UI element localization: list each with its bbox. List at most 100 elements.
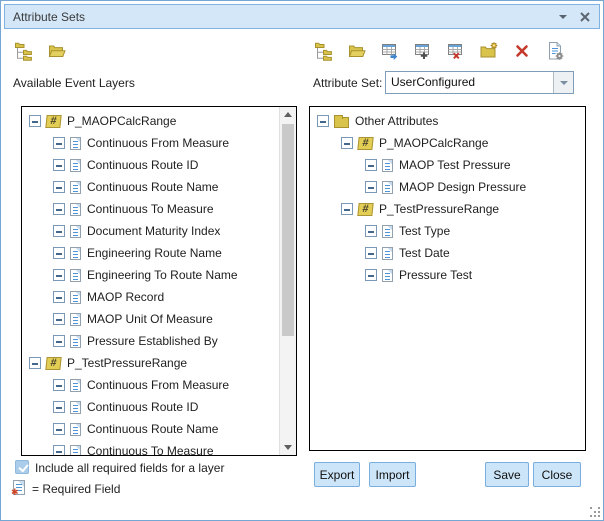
tree-item[interactable]: P_TestPressureRange	[22, 352, 279, 374]
remove-table-button[interactable]	[445, 40, 467, 62]
tree-item[interactable]: Continuous Route Name	[22, 418, 279, 440]
tree-item-label: MAOP Design Pressure	[399, 180, 526, 194]
export-table-button[interactable]	[379, 40, 401, 62]
include-required-checkbox[interactable]	[15, 460, 29, 474]
attribute-sets-dialog: Attribute Sets	[0, 0, 604, 521]
export-table-icon	[380, 41, 400, 61]
attribute-set-tree-button[interactable]	[313, 40, 335, 62]
import-button[interactable]: Import	[369, 462, 416, 487]
tree-item[interactable]: Engineering To Route Name	[22, 264, 279, 286]
field-icon	[70, 335, 81, 348]
tree-item[interactable]: Engineering Route Name	[22, 242, 279, 264]
collapse-toggle-icon[interactable]	[53, 247, 65, 259]
tree-item[interactable]: Pressure Test	[310, 264, 585, 286]
open-attribute-set-folder-icon	[347, 41, 367, 61]
collapse-toggle-icon[interactable]	[317, 115, 329, 127]
scroll-down-icon[interactable]	[280, 439, 296, 455]
report-settings-button[interactable]	[544, 40, 566, 62]
scroll-up-icon[interactable]	[280, 107, 296, 123]
tree-item-label: Continuous Route ID	[87, 158, 198, 172]
collapse-panel-icon[interactable]	[557, 11, 569, 23]
collapse-toggle-icon[interactable]	[365, 159, 377, 171]
tree-item[interactable]: MAOP Unit Of Measure	[22, 308, 279, 330]
available-layers-tree: P_MAOPCalcRange Continuous From Measure …	[21, 106, 297, 456]
collapse-toggle-icon[interactable]	[53, 203, 65, 215]
collapse-toggle-icon[interactable]	[29, 115, 41, 127]
collapse-toggle-icon[interactable]	[53, 379, 65, 391]
tree-item-label: MAOP Record	[87, 290, 164, 304]
close-button[interactable]: Close	[533, 462, 581, 487]
new-attribute-set-folder-icon	[479, 41, 499, 61]
tree-item-label: P_MAOPCalcRange	[67, 114, 176, 128]
save-button[interactable]: Save	[485, 462, 529, 487]
tree-item[interactable]: Continuous Route ID	[22, 154, 279, 176]
collapse-toggle-icon[interactable]	[53, 335, 65, 347]
collapse-toggle-icon[interactable]	[365, 269, 377, 281]
tree-item[interactable]: Pressure Established By	[22, 330, 279, 352]
field-icon	[382, 225, 393, 238]
open-attribute-set-button[interactable]	[346, 40, 368, 62]
collapse-toggle-icon[interactable]	[341, 137, 353, 149]
tree-item-label: Continuous From Measure	[87, 136, 229, 150]
tree-item[interactable]: P_MAOPCalcRange	[22, 110, 279, 132]
resize-grip[interactable]	[590, 507, 600, 517]
collapse-toggle-icon[interactable]	[365, 181, 377, 193]
open-folder-button[interactable]	[46, 40, 68, 62]
collapse-toggle-icon[interactable]	[53, 445, 65, 455]
export-button[interactable]: Export	[314, 462, 360, 487]
toolbar-left	[13, 40, 68, 62]
collapse-toggle-icon[interactable]	[53, 423, 65, 435]
field-icon	[382, 159, 393, 172]
scrollbar-thumb[interactable]	[282, 124, 294, 336]
tree-item-label: P_TestPressureRange	[379, 202, 499, 216]
tree-item[interactable]: Other Attributes	[310, 110, 585, 132]
tree-item[interactable]: MAOP Test Pressure	[310, 154, 585, 176]
tree-item[interactable]: Continuous From Measure	[22, 374, 279, 396]
collapse-toggle-icon[interactable]	[53, 181, 65, 193]
tree-item[interactable]: P_TestPressureRange	[310, 198, 585, 220]
collapse-toggle-icon[interactable]	[341, 203, 353, 215]
collapse-toggle-icon[interactable]	[53, 159, 65, 171]
collapse-toggle-icon[interactable]	[53, 225, 65, 237]
collapse-toggle-icon[interactable]	[53, 401, 65, 413]
tree-item[interactable]: Continuous To Measure	[22, 198, 279, 220]
event-layer-icon	[357, 137, 373, 150]
tree-item[interactable]: MAOP Design Pressure	[310, 176, 585, 198]
tree-item-label: P_MAOPCalcRange	[379, 136, 488, 150]
add-table-button[interactable]	[412, 40, 434, 62]
collapse-toggle-icon[interactable]	[365, 225, 377, 237]
tree-item[interactable]: Document Maturity Index	[22, 220, 279, 242]
tree-item[interactable]: Continuous Route ID	[22, 396, 279, 418]
collapse-toggle-icon[interactable]	[29, 357, 41, 369]
tree-item[interactable]: Continuous From Measure	[22, 132, 279, 154]
collapse-toggle-icon[interactable]	[53, 269, 65, 281]
include-required-label: Include all required fields for a layer	[35, 461, 224, 475]
attribute-set-tree: Other Attributes P_MAOPCalcRange MAOP Te…	[309, 106, 586, 451]
delete-button[interactable]	[511, 40, 533, 62]
tree-item[interactable]: Continuous Route Name	[22, 176, 279, 198]
collapse-toggle-icon[interactable]	[53, 137, 65, 149]
tree-item[interactable]: MAOP Record	[22, 286, 279, 308]
event-layer-icon	[45, 357, 61, 370]
new-attribute-set-button[interactable]	[478, 40, 500, 62]
tree-item[interactable]: Test Date	[310, 242, 585, 264]
tree-item[interactable]: P_MAOPCalcRange	[310, 132, 585, 154]
tree-item-label: Document Maturity Index	[87, 224, 220, 238]
chevron-down-icon[interactable]	[553, 72, 573, 93]
tree-item-label: Other Attributes	[355, 114, 438, 128]
collapse-toggle-icon[interactable]	[53, 313, 65, 325]
layers-tree-button[interactable]	[13, 40, 35, 62]
layers-tree-icon	[14, 41, 34, 61]
collapse-toggle-icon[interactable]	[53, 291, 65, 303]
tree-item-label: Test Date	[399, 246, 450, 260]
tree-item[interactable]: Test Type	[310, 220, 585, 242]
close-icon[interactable]	[579, 11, 591, 23]
tree-item[interactable]: Continuous To Measure	[22, 440, 279, 455]
field-icon	[70, 137, 81, 150]
attribute-set-value: UserConfigured	[386, 72, 553, 93]
field-icon	[70, 291, 81, 304]
scrollbar[interactable]	[279, 107, 296, 455]
collapse-toggle-icon[interactable]	[365, 247, 377, 259]
attribute-set-select[interactable]: UserConfigured	[385, 71, 574, 94]
field-icon	[382, 247, 393, 260]
